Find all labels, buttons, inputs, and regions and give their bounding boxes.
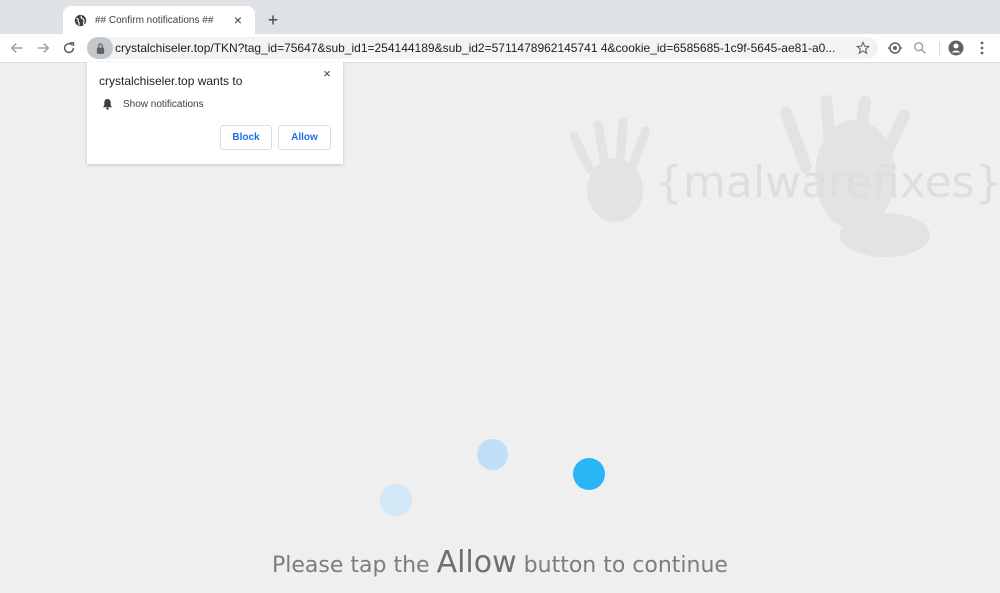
loading-dot [477,439,508,470]
zoom-icon[interactable] [911,39,929,57]
tab-confirm-notifications[interactable]: ## Confirm notifications ## × [63,6,255,34]
notification-permission-popup: crystalchiseler.top wants to × Show noti… [87,62,343,164]
globe-icon [73,13,87,27]
call-to-action: Please tap the Allow button to continue [0,545,1000,580]
loading-dot [573,458,605,490]
menu-icon[interactable] [973,39,991,57]
toolbar-separator [939,42,940,56]
star-icon[interactable] [852,37,874,59]
popup-title: crystalchiseler.top wants to [99,74,243,88]
tab-close-icon[interactable]: × [231,12,245,28]
permission-row: Show notifications [101,98,204,110]
cta-suffix: button to continue [523,553,728,578]
forward-icon[interactable] [34,39,52,57]
browser-toolbar: crystalchiseler.top/TKN?tag_id=75647&sub… [0,34,1000,63]
tab-strip: ## Confirm notifications ## × + [0,0,1000,34]
new-tab-button[interactable]: + [263,10,283,30]
cta-prefix: Please tap the [272,553,430,578]
watermark-logo: {malwarefixes} [555,95,1000,265]
permission-label: Show notifications [123,98,204,110]
reload-icon[interactable] [60,39,78,57]
bell-icon [101,98,113,110]
url-text[interactable]: crystalchiseler.top/TKN?tag_id=75647&sub… [115,41,852,55]
account-icon[interactable] [947,39,965,57]
tab-title: ## Confirm notifications ## [95,14,214,26]
back-icon[interactable] [8,39,26,57]
loading-dot [380,484,412,516]
watermark-text: {malwarefixes} [655,157,1000,208]
extension-icon[interactable] [886,39,904,57]
lock-icon[interactable] [87,37,113,59]
address-bar[interactable]: crystalchiseler.top/TKN?tag_id=75647&sub… [87,37,878,59]
popup-close-icon[interactable]: × [319,66,335,82]
allow-button[interactable]: Allow [278,125,331,150]
block-button[interactable]: Block [220,125,272,150]
cta-emphasis: Allow [436,545,517,580]
